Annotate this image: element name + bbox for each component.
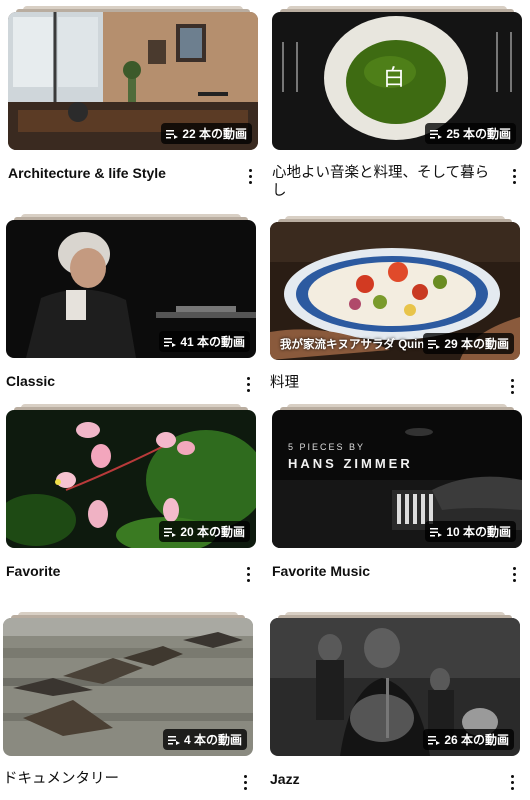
video-count-badge: 25 本の動画 xyxy=(425,123,516,144)
playlist-card-favorite-music[interactable]: 5 PIECES BY HANS ZIMMER 10 本の動画 Favorite… xyxy=(272,404,522,582)
more-vert-icon[interactable] xyxy=(506,564,522,584)
playlist-title[interactable]: 心地よい音楽と料理、そして暮らし xyxy=(272,164,492,200)
playlist-thumbnail[interactable]: 22 本の動画 xyxy=(8,12,258,150)
playlist-icon xyxy=(428,735,441,745)
playlist-card-favorite[interactable]: 20 本の動画 Favorite xyxy=(6,404,256,582)
video-count-badge: 22 本の動画 xyxy=(161,123,252,144)
playlist-icon xyxy=(164,527,177,537)
playlist-icon xyxy=(167,735,180,745)
more-vert-icon[interactable] xyxy=(504,772,520,792)
video-count: 22 本の動画 xyxy=(182,127,247,141)
video-count: 25 本の動画 xyxy=(446,127,511,141)
thumbnail-text: 5 PIECES BY xyxy=(288,442,366,452)
playlist-thumbnail[interactable]: 我が家流キヌアサラダ Quin 29 本の動画 xyxy=(270,222,520,360)
video-count-badge: 4 本の動画 xyxy=(162,729,247,750)
video-count: 20 本の動画 xyxy=(180,525,245,539)
playlist-thumbnail[interactable]: 4 本の動画 xyxy=(3,618,253,756)
playlist-thumbnail[interactable]: 26 本の動画 xyxy=(270,618,520,756)
playlist-title[interactable]: 料理 xyxy=(270,374,490,392)
playlist-title[interactable]: Favorite xyxy=(6,562,226,580)
video-count: 26 本の動画 xyxy=(444,733,509,747)
video-count-badge: 20 本の動画 xyxy=(159,521,250,542)
playlist-thumbnail[interactable]: 20 本の動画 xyxy=(6,410,256,548)
video-count-badge: 26 本の動画 xyxy=(423,729,514,750)
playlist-icon xyxy=(428,339,441,349)
playlist-title[interactable]: Classic xyxy=(6,372,226,390)
playlist-card-architecture[interactable]: 22 本の動画 Architecture & life Style xyxy=(8,6,258,184)
more-vert-icon[interactable] xyxy=(506,166,522,186)
more-vert-icon[interactable] xyxy=(240,564,256,584)
video-count: 10 本の動画 xyxy=(446,525,511,539)
video-count-badge: 10 本の動画 xyxy=(425,521,516,542)
video-count: 4 本の動画 xyxy=(183,733,242,747)
playlist-card-jazz[interactable]: 26 本の動画 Jazz xyxy=(270,612,520,790)
video-count: 29 本の動画 xyxy=(444,337,509,351)
playlist-thumbnail[interactable]: 5 PIECES BY HANS ZIMMER 10 本の動画 xyxy=(272,410,522,548)
more-vert-icon[interactable] xyxy=(240,374,256,394)
more-vert-icon[interactable] xyxy=(242,166,258,186)
playlist-title[interactable]: Favorite Music xyxy=(272,562,492,580)
video-count-badge: 29 本の動画 xyxy=(423,333,514,354)
playlist-icon xyxy=(164,337,177,347)
playlist-card-ongaku[interactable]: 白 25 本の動画 心地よい音楽と料理、そして暮らし xyxy=(272,6,522,199)
video-count-badge: 41 本の動画 xyxy=(159,331,250,352)
playlist-title[interactable]: ドキュメンタリー xyxy=(3,770,223,788)
playlist-thumbnail[interactable]: 41 本の動画 xyxy=(6,220,256,358)
thumbnail-text: 白 xyxy=(383,66,406,91)
playlist-icon xyxy=(430,527,443,537)
playlist-title[interactable]: Architecture & life Style xyxy=(8,164,228,182)
more-vert-icon[interactable] xyxy=(504,376,520,396)
playlist-icon xyxy=(430,129,443,139)
playlist-thumbnail[interactable]: 白 25 本の動画 xyxy=(272,12,522,150)
playlist-card-classic[interactable]: 41 本の動画 Classic xyxy=(6,214,256,392)
playlist-title[interactable]: Jazz xyxy=(270,770,490,788)
thumbnail-title-text: HANS ZIMMER xyxy=(288,456,413,471)
playlist-icon xyxy=(166,129,179,139)
thumbnail-text: 我が家流キヌアサラダ Quin xyxy=(280,339,425,351)
playlist-card-documentary[interactable]: 4 本の動画 ドキュメンタリー xyxy=(3,612,253,790)
video-count: 41 本の動画 xyxy=(180,335,245,349)
more-vert-icon[interactable] xyxy=(237,772,253,792)
playlist-card-ryouri[interactable]: 我が家流キヌアサラダ Quin 29 本の動画 料理 xyxy=(270,216,520,394)
